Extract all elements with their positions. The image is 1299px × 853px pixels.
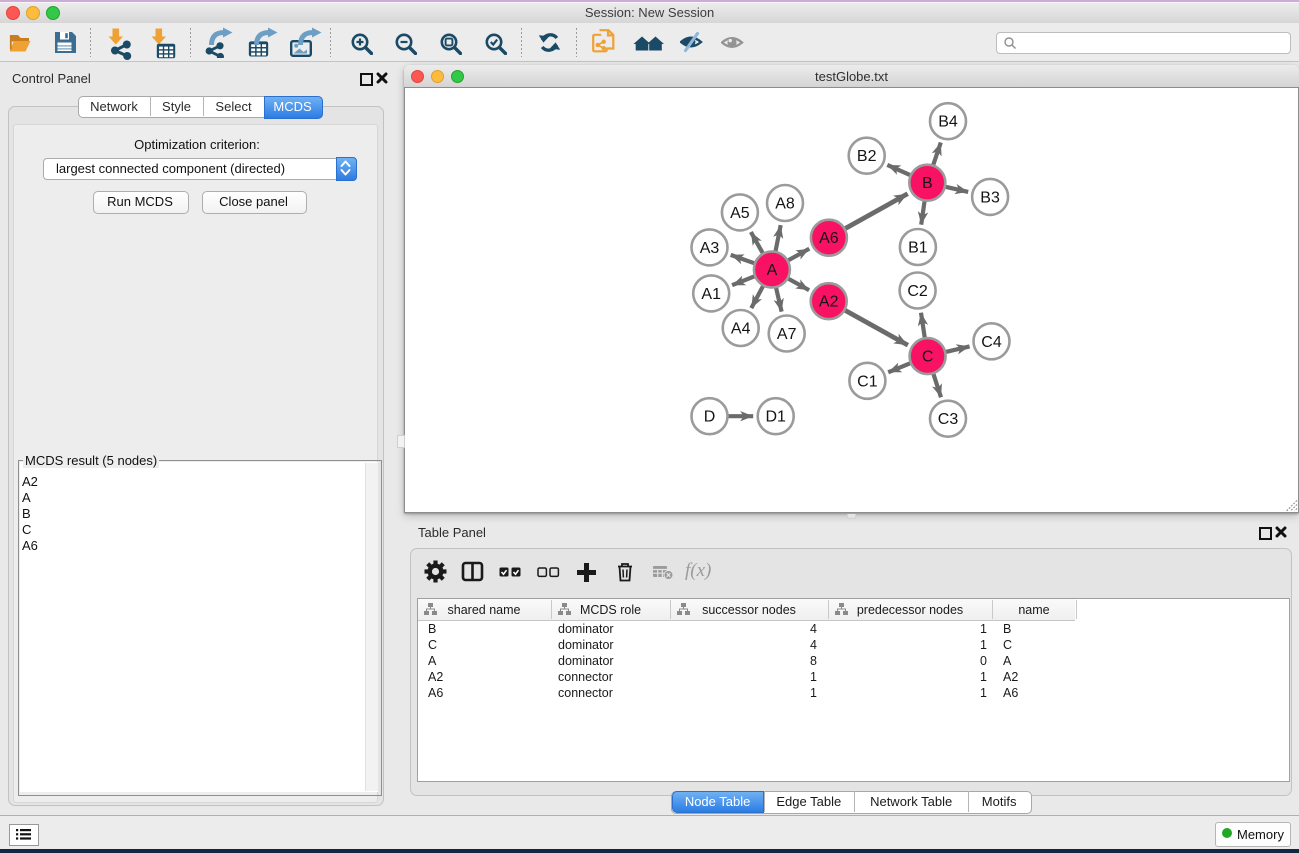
svg-text:C3: C3: [938, 411, 959, 428]
svg-text:B2: B2: [857, 148, 877, 165]
svg-text:D: D: [704, 409, 716, 426]
svg-text:B1: B1: [908, 240, 928, 257]
svg-text:C: C: [922, 349, 934, 366]
svg-text:A2: A2: [819, 294, 839, 311]
svg-text:C4: C4: [981, 334, 1002, 351]
svg-text:B3: B3: [980, 189, 1000, 206]
svg-text:D1: D1: [765, 409, 786, 426]
svg-text:A: A: [767, 262, 778, 279]
svg-text:A7: A7: [777, 326, 797, 343]
svg-text:C2: C2: [907, 283, 928, 300]
svg-text:A5: A5: [730, 205, 750, 222]
svg-text:B: B: [922, 175, 933, 192]
svg-text:A8: A8: [775, 196, 795, 213]
svg-text:A3: A3: [700, 240, 720, 257]
svg-text:B4: B4: [938, 114, 958, 131]
svg-text:A1: A1: [701, 286, 721, 303]
svg-text:A4: A4: [731, 321, 751, 338]
svg-text:C1: C1: [857, 373, 878, 390]
svg-text:A6: A6: [819, 230, 839, 247]
